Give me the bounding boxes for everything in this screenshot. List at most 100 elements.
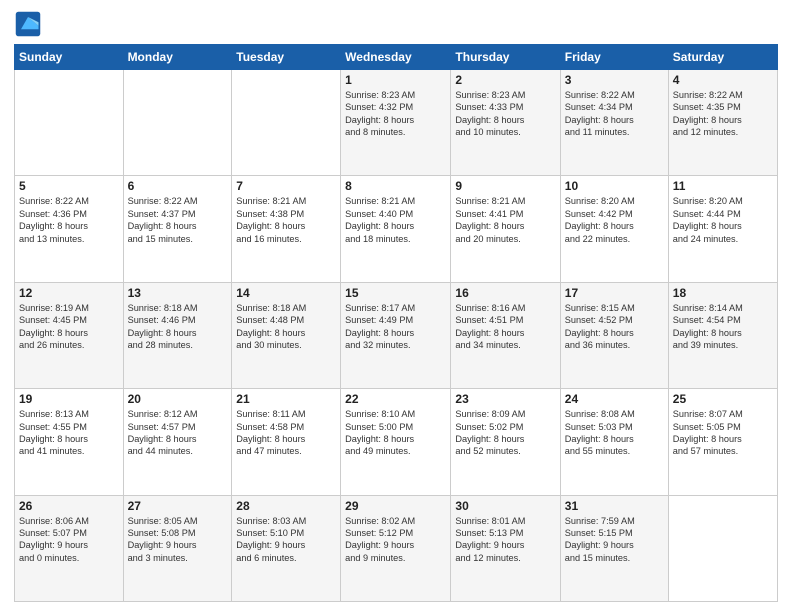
day-number: 21 <box>236 392 336 406</box>
calendar-cell <box>232 70 341 176</box>
day-number: 3 <box>565 73 664 87</box>
day-info: Sunrise: 8:23 AM Sunset: 4:33 PM Dayligh… <box>455 89 555 139</box>
calendar-cell: 4 Sunrise: 8:22 AM Sunset: 4:35 PM Daylig… <box>668 70 777 176</box>
weekday-header-wednesday: Wednesday <box>341 45 451 70</box>
day-info: Sunrise: 8:14 AM Sunset: 4:54 PM Dayligh… <box>673 302 773 352</box>
calendar-cell: 13 Sunrise: 8:18 AM Sunset: 4:46 PM Dayli… <box>123 282 232 388</box>
day-info: Sunrise: 8:23 AM Sunset: 4:32 PM Dayligh… <box>345 89 446 139</box>
logo-icon <box>14 10 42 38</box>
day-info: Sunrise: 8:17 AM Sunset: 4:49 PM Dayligh… <box>345 302 446 352</box>
day-number: 12 <box>19 286 119 300</box>
calendar-cell: 2 Sunrise: 8:23 AM Sunset: 4:33 PM Daylig… <box>451 70 560 176</box>
day-number: 19 <box>19 392 119 406</box>
calendar-cell: 29 Sunrise: 8:02 AM Sunset: 5:12 PM Dayli… <box>341 495 451 601</box>
calendar-cell: 28 Sunrise: 8:03 AM Sunset: 5:10 PM Dayli… <box>232 495 341 601</box>
day-info: Sunrise: 8:18 AM Sunset: 4:46 PM Dayligh… <box>128 302 228 352</box>
day-info: Sunrise: 8:07 AM Sunset: 5:05 PM Dayligh… <box>673 408 773 458</box>
header <box>14 10 778 38</box>
week-row-2: 12 Sunrise: 8:19 AM Sunset: 4:45 PM Dayli… <box>15 282 778 388</box>
logo <box>14 10 46 38</box>
day-info: Sunrise: 8:08 AM Sunset: 5:03 PM Dayligh… <box>565 408 664 458</box>
calendar-cell: 14Sunrise: 8:18 AM Sunset: 4:48 PM Dayli… <box>232 282 341 388</box>
week-row-0: 1 Sunrise: 8:23 AM Sunset: 4:32 PM Daylig… <box>15 70 778 176</box>
calendar-cell: 10Sunrise: 8:20 AM Sunset: 4:42 PM Dayli… <box>560 176 668 282</box>
weekday-header-saturday: Saturday <box>668 45 777 70</box>
weekday-header-tuesday: Tuesday <box>232 45 341 70</box>
calendar-cell: 25Sunrise: 8:07 AM Sunset: 5:05 PM Dayli… <box>668 389 777 495</box>
day-number: 6 <box>128 179 228 193</box>
day-info: Sunrise: 8:20 AM Sunset: 4:44 PM Dayligh… <box>673 195 773 245</box>
calendar-cell: 9Sunrise: 8:21 AM Sunset: 4:41 PM Daylig… <box>451 176 560 282</box>
day-number: 2 <box>455 73 555 87</box>
day-number: 20 <box>128 392 228 406</box>
calendar-cell: 15 Sunrise: 8:17 AM Sunset: 4:49 PM Dayli… <box>341 282 451 388</box>
day-info: Sunrise: 8:22 AM Sunset: 4:36 PM Dayligh… <box>19 195 119 245</box>
day-number: 22 <box>345 392 446 406</box>
day-number: 17 <box>565 286 664 300</box>
calendar-cell: 16 Sunrise: 8:16 AM Sunset: 4:51 PM Dayli… <box>451 282 560 388</box>
day-number: 24 <box>565 392 664 406</box>
calendar-cell: 17 Sunrise: 8:15 AM Sunset: 4:52 PM Dayli… <box>560 282 668 388</box>
day-info: Sunrise: 8:05 AM Sunset: 5:08 PM Dayligh… <box>128 515 228 565</box>
calendar-cell: 6 Sunrise: 8:22 AM Sunset: 4:37 PM Daylig… <box>123 176 232 282</box>
calendar-cell: 5 Sunrise: 8:22 AM Sunset: 4:36 PM Daylig… <box>15 176 124 282</box>
calendar-cell: 24 Sunrise: 8:08 AM Sunset: 5:03 PM Dayli… <box>560 389 668 495</box>
calendar-cell: 11 Sunrise: 8:20 AM Sunset: 4:44 PM Dayli… <box>668 176 777 282</box>
day-number: 9 <box>455 179 555 193</box>
day-number: 16 <box>455 286 555 300</box>
day-info: Sunrise: 8:19 AM Sunset: 4:45 PM Dayligh… <box>19 302 119 352</box>
day-number: 14 <box>236 286 336 300</box>
day-info: Sunrise: 8:02 AM Sunset: 5:12 PM Dayligh… <box>345 515 446 565</box>
day-info: Sunrise: 8:03 AM Sunset: 5:10 PM Dayligh… <box>236 515 336 565</box>
day-info: Sunrise: 8:09 AM Sunset: 5:02 PM Dayligh… <box>455 408 555 458</box>
calendar-cell: 19Sunrise: 8:13 AM Sunset: 4:55 PM Dayli… <box>15 389 124 495</box>
day-number: 8 <box>345 179 446 193</box>
weekday-header-thursday: Thursday <box>451 45 560 70</box>
week-row-1: 5 Sunrise: 8:22 AM Sunset: 4:36 PM Daylig… <box>15 176 778 282</box>
calendar-cell <box>668 495 777 601</box>
week-row-3: 19Sunrise: 8:13 AM Sunset: 4:55 PM Dayli… <box>15 389 778 495</box>
day-number: 18 <box>673 286 773 300</box>
weekday-header-monday: Monday <box>123 45 232 70</box>
day-number: 31 <box>565 499 664 513</box>
week-row-4: 26Sunrise: 8:06 AM Sunset: 5:07 PM Dayli… <box>15 495 778 601</box>
calendar-cell: 18 Sunrise: 8:14 AM Sunset: 4:54 PM Dayli… <box>668 282 777 388</box>
day-number: 1 <box>345 73 446 87</box>
calendar-cell: 1 Sunrise: 8:23 AM Sunset: 4:32 PM Daylig… <box>341 70 451 176</box>
day-number: 10 <box>565 179 664 193</box>
day-info: Sunrise: 8:22 AM Sunset: 4:35 PM Dayligh… <box>673 89 773 139</box>
day-number: 29 <box>345 499 446 513</box>
calendar-cell: 27 Sunrise: 8:05 AM Sunset: 5:08 PM Dayli… <box>123 495 232 601</box>
calendar-cell: 30Sunrise: 8:01 AM Sunset: 5:13 PM Dayli… <box>451 495 560 601</box>
day-info: Sunrise: 8:22 AM Sunset: 4:34 PM Dayligh… <box>565 89 664 139</box>
calendar-cell <box>15 70 124 176</box>
calendar-cell <box>123 70 232 176</box>
day-number: 5 <box>19 179 119 193</box>
day-number: 27 <box>128 499 228 513</box>
calendar-cell: 20 Sunrise: 8:12 AM Sunset: 4:57 PM Dayli… <box>123 389 232 495</box>
day-info: Sunrise: 8:10 AM Sunset: 5:00 PM Dayligh… <box>345 408 446 458</box>
day-info: Sunrise: 8:11 AM Sunset: 4:58 PM Dayligh… <box>236 408 336 458</box>
day-info: Sunrise: 8:16 AM Sunset: 4:51 PM Dayligh… <box>455 302 555 352</box>
weekday-header-sunday: Sunday <box>15 45 124 70</box>
day-info: Sunrise: 8:22 AM Sunset: 4:37 PM Dayligh… <box>128 195 228 245</box>
day-number: 4 <box>673 73 773 87</box>
day-number: 28 <box>236 499 336 513</box>
day-number: 13 <box>128 286 228 300</box>
calendar-cell: 3 Sunrise: 8:22 AM Sunset: 4:34 PM Daylig… <box>560 70 668 176</box>
calendar-cell: 7 Sunrise: 8:21 AM Sunset: 4:38 PM Daylig… <box>232 176 341 282</box>
calendar-cell: 21 Sunrise: 8:11 AM Sunset: 4:58 PM Dayli… <box>232 389 341 495</box>
day-number: 11 <box>673 179 773 193</box>
calendar-table: SundayMondayTuesdayWednesdayThursdayFrid… <box>14 44 778 602</box>
day-number: 30 <box>455 499 555 513</box>
day-info: Sunrise: 8:21 AM Sunset: 4:38 PM Dayligh… <box>236 195 336 245</box>
calendar-cell: 8Sunrise: 8:21 AM Sunset: 4:40 PM Daylig… <box>341 176 451 282</box>
day-info: Sunrise: 7:59 AM Sunset: 5:15 PM Dayligh… <box>565 515 664 565</box>
day-info: Sunrise: 8:15 AM Sunset: 4:52 PM Dayligh… <box>565 302 664 352</box>
calendar-cell: 23 Sunrise: 8:09 AM Sunset: 5:02 PM Dayli… <box>451 389 560 495</box>
calendar-cell: 22 Sunrise: 8:10 AM Sunset: 5:00 PM Dayli… <box>341 389 451 495</box>
day-number: 7 <box>236 179 336 193</box>
day-info: Sunrise: 8:12 AM Sunset: 4:57 PM Dayligh… <box>128 408 228 458</box>
day-number: 15 <box>345 286 446 300</box>
day-number: 23 <box>455 392 555 406</box>
